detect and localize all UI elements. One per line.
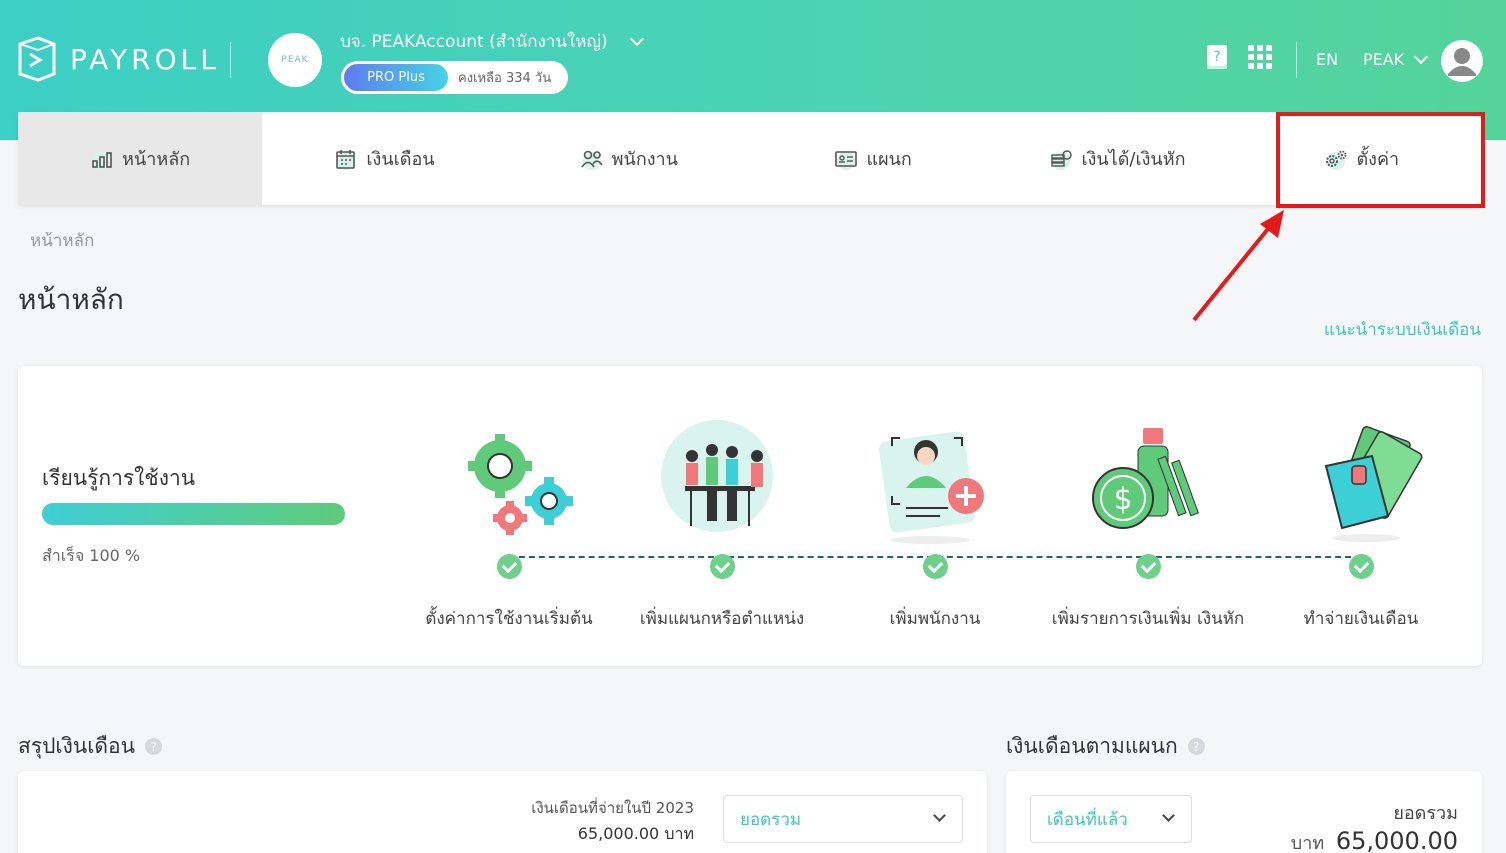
tab-home[interactable]: หน้าหลัก (18, 112, 263, 205)
annotation-arrow (1192, 210, 1284, 322)
svg-text:?: ? (1213, 49, 1220, 65)
tab-label: แผนก (866, 149, 912, 170)
select-value: เดือนที่แล้ว (1047, 809, 1128, 830)
step-pay-salary[interactable]: ทำจ่ายเงินเดือน (1246, 416, 1476, 632)
learning-card: เรียนรู้การใช้งาน สำเร็จ 100 % ตั้งค่ากา… (18, 366, 1482, 666)
company-logo-text: PEAK (281, 55, 309, 65)
chevron-down-icon (629, 31, 644, 47)
svg-text:$: $ (1113, 482, 1132, 517)
step-label: เพิ่มแผนกหรือตำแหน่ง (639, 609, 805, 629)
dept-title: เงินเดือนตามแผนก (1006, 734, 1178, 758)
check-icon (1348, 554, 1374, 579)
check-icon (496, 554, 522, 579)
plan-remaining: คงเหลือ 334 วัน (458, 71, 552, 86)
people-icon (581, 150, 603, 170)
dept-total-unit: บาท (1290, 833, 1325, 853)
tab-label: เงินเดือน (366, 149, 435, 170)
avatar[interactable] (1441, 40, 1483, 82)
dept-card: เดือนที่แล้ว ยอดรวม บาท 65,000.00 (1006, 771, 1482, 853)
tab-label: พนักงาน (611, 149, 678, 170)
wallet-illustration-icon (1324, 426, 1423, 542)
select-value: ยอดรวม (740, 809, 802, 830)
step-add-income-deduction[interactable]: $ เพิ่มรายการเงินเพิ่ม เงินหัก (1033, 416, 1263, 632)
id-card-icon (835, 150, 858, 170)
plan-badge: PRO Plus (344, 64, 448, 91)
tab-departments[interactable]: แผนก (751, 112, 995, 205)
summary-card: เงินเดือนที่จ่ายในปี 2023 65,000.00 บาท … (18, 771, 987, 853)
check-icon (922, 554, 948, 579)
gears-illustration-icon (468, 434, 573, 535)
team-illustration-icon (661, 420, 773, 532)
payroll-logo[interactable]: PAYROLL (16, 34, 220, 84)
step-label: ตั้งค่าการใช้งานเริ่มต้น (425, 609, 593, 629)
main-nav: หน้าหลัก เงินเดือน พนักงาน แผนก เงินได้/… (18, 112, 1484, 205)
summary-value: 65,000.00 บาท (577, 824, 694, 843)
summary-type-select[interactable]: ยอดรวม (723, 795, 963, 843)
summary-caption: เงินเดือนที่จ่ายในปี 2023 (531, 799, 694, 817)
payroll-logo-icon (18, 36, 56, 82)
dept-period-select[interactable]: เดือนที่แล้ว (1030, 795, 1192, 843)
step-add-department[interactable]: เพิ่มแผนกหรือตำแหน่ง (607, 416, 837, 632)
calendar-icon (336, 149, 356, 170)
plan-pill: PRO Plus คงเหลือ 334 วัน (341, 61, 568, 94)
employee-card-illustration-icon (879, 431, 984, 544)
chevron-down-icon (1414, 49, 1429, 65)
tab-income-deduction[interactable]: เงินได้/เงินหัก (995, 112, 1239, 205)
step-label: เพิ่มพนักงาน (889, 609, 981, 629)
language-switch[interactable]: EN (1316, 50, 1338, 69)
dept-section-title: เงินเดือนตามแผนก ? (1006, 730, 1205, 763)
check-icon (1135, 554, 1161, 579)
money-stack-icon (1051, 149, 1073, 170)
help-icon[interactable]: ? (145, 738, 162, 755)
tab-label: หน้าหลัก (122, 149, 191, 170)
dept-total-value: 65,000.00 (1335, 827, 1458, 853)
guide-link[interactable]: แนะนำระบบเงินเดือน (1324, 316, 1481, 343)
step-label: ทำจ่ายเงินเดือน (1303, 609, 1419, 629)
chevron-down-icon (1162, 809, 1175, 822)
chart-bar-icon (92, 151, 112, 170)
tab-settings[interactable]: ตั้งค่า (1240, 112, 1484, 205)
step-add-employee[interactable]: เพิ่มพนักงาน (820, 416, 1050, 632)
step-label: เพิ่มรายการเงินเพิ่ม เงินหัก (1051, 609, 1245, 629)
help-book-icon[interactable]: ? (1204, 44, 1230, 70)
breadcrumb[interactable]: หน้าหลัก (30, 227, 94, 254)
user-menu[interactable]: PEAK (1363, 49, 1429, 69)
summary-title: สรุปเงินเดือน (18, 734, 135, 758)
payroll-logo-text: PAYROLL (70, 42, 220, 76)
tab-salary[interactable]: เงินเดือน (262, 112, 506, 205)
tab-label: ตั้งค่า (1356, 149, 1400, 170)
chevron-down-icon (933, 809, 946, 822)
dept-total-label: ยอดรวม (1393, 803, 1458, 824)
company-switcher[interactable]: บจ. PEAKAccount (สำนักงานใหญ่) (340, 28, 644, 55)
summary-section-title: สรุปเงินเดือน ? (18, 730, 162, 763)
header-divider (230, 42, 231, 78)
user-avatar-icon (1448, 48, 1476, 76)
tab-employees[interactable]: พนักงาน (507, 112, 751, 205)
learning-progress-bar (42, 503, 345, 525)
check-icon (709, 554, 735, 579)
learning-progress-text: สำเร็จ 100 % (42, 546, 141, 565)
apps-grid-icon[interactable] (1247, 44, 1273, 70)
step-initial-settings[interactable]: ตั้งค่าการใช้งานเริ่มต้น (394, 416, 624, 632)
company-logo[interactable]: PEAK (268, 33, 322, 87)
tab-label: เงินได้/เงินหัก (1081, 149, 1186, 170)
company-name: บจ. PEAKAccount (สำนักงานใหญ่) (340, 32, 608, 52)
gears-icon (1326, 150, 1347, 170)
help-icon[interactable]: ? (1187, 738, 1205, 755)
learning-title: เรียนรู้การใช้งาน (42, 466, 196, 490)
dept-total: บาท 65,000.00 (1291, 827, 1458, 853)
money-illustration-icon: $ (1092, 428, 1199, 529)
header-divider (1296, 42, 1297, 78)
user-name: PEAK (1363, 50, 1405, 69)
page-title: หน้าหลัก (18, 283, 124, 316)
